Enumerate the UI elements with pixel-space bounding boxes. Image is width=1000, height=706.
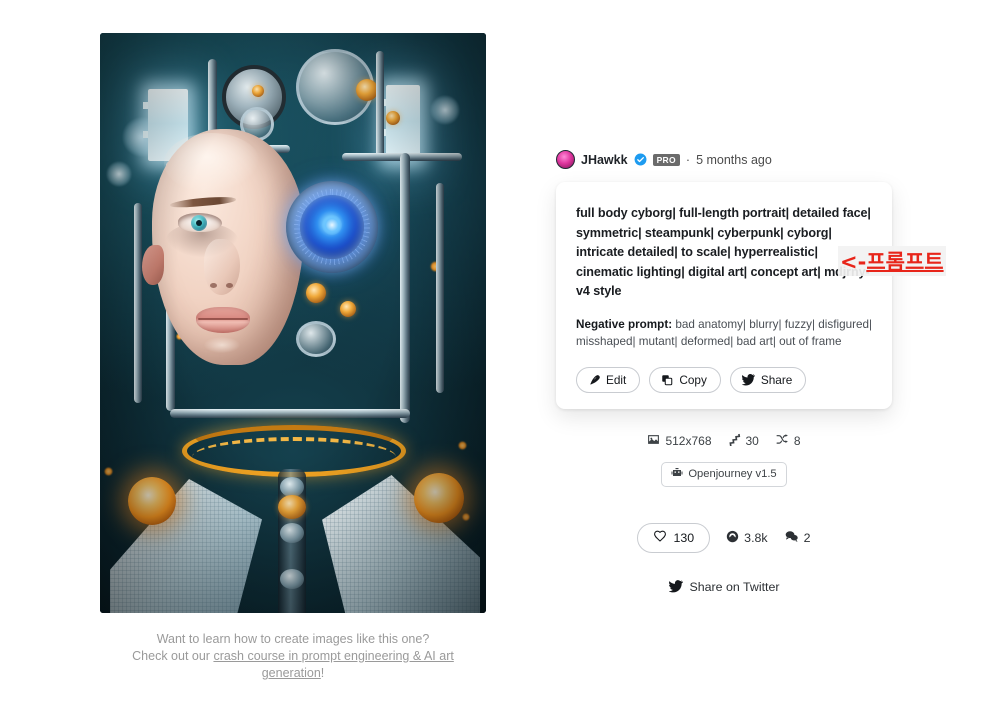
image-icon xyxy=(647,433,660,449)
heart-icon xyxy=(653,530,667,546)
separator-dot: · xyxy=(685,152,691,167)
model-badge[interactable]: Openjourney v1.5 xyxy=(661,461,787,487)
prompt-text[interactable]: full body cyborg| full-length portrait| … xyxy=(576,204,872,302)
copy-button-label: Copy xyxy=(679,372,707,387)
crash-course-link[interactable]: crash course in prompt engineering & AI … xyxy=(213,649,453,680)
copy-icon xyxy=(661,374,673,386)
annotation-korean-text: 프롬프트 xyxy=(866,250,944,274)
meta-steps: 30 xyxy=(728,433,759,449)
prompt-annotation: <-프롬프트 xyxy=(838,246,946,276)
artwork-vignette xyxy=(100,33,486,613)
dimensions-value: 512x768 xyxy=(665,433,712,448)
twitter-bird-icon xyxy=(667,579,683,596)
comment-stat[interactable]: 2 xyxy=(784,530,811,546)
prompt-card: full body cyborg| full-length portrait| … xyxy=(556,182,892,409)
artwork-column: Want to learn how to create images like … xyxy=(100,33,486,682)
steps-value: 30 xyxy=(745,433,759,448)
stairs-steps-icon xyxy=(728,433,741,449)
meta-cfg-scale: 8 xyxy=(775,433,801,449)
cfg-value: 8 xyxy=(793,433,801,448)
social-line: 130 3.8k 2 xyxy=(637,522,811,553)
twitter-bird-icon xyxy=(741,373,755,386)
prompt-action-buttons: Edit Copy Share xyxy=(576,366,872,393)
negative-prompt-row: Negative prompt: bad anatomy| blurry| fu… xyxy=(576,316,872,351)
author-row: JHawkk PRO · 5 months ago xyxy=(556,150,892,169)
copy-button[interactable]: Copy xyxy=(649,366,721,393)
pro-badge: PRO xyxy=(652,153,680,166)
edit-button-label: Edit xyxy=(606,372,627,387)
negative-prompt-label: Negative prompt: xyxy=(576,317,673,331)
share-button-label: Share xyxy=(760,372,793,387)
eye-icon xyxy=(726,530,739,546)
avatar[interactable] xyxy=(556,150,575,169)
share-button[interactable]: Share xyxy=(729,366,807,393)
share-on-twitter-row: Share on Twitter xyxy=(556,579,892,596)
image-detail-page: Want to learn how to create images like … xyxy=(0,0,1000,706)
caption-prefix: Check out our xyxy=(132,649,214,663)
share-on-twitter-link[interactable]: Share on Twitter xyxy=(667,579,780,596)
like-button[interactable]: 130 xyxy=(637,522,711,553)
timestamp: 5 months ago xyxy=(696,152,772,167)
view-stat: 3.8k xyxy=(726,530,768,546)
caption-line-2: Check out our crash course in prompt eng… xyxy=(100,648,486,682)
caption-line-1: Want to learn how to create images like … xyxy=(156,632,430,646)
comment-count: 2 xyxy=(803,530,811,545)
generated-artwork-image[interactable] xyxy=(100,33,486,613)
share-on-twitter-label: Share on Twitter xyxy=(689,580,780,595)
annotation-arrow: <- xyxy=(840,250,867,274)
model-name: Openjourney v1.5 xyxy=(688,468,777,481)
like-count: 130 xyxy=(673,530,695,545)
generation-meta: 512x768 30 8 Openjourney v1.5 xyxy=(556,433,892,487)
caption-suffix: ! xyxy=(320,666,325,680)
shuffle-icon xyxy=(775,433,789,449)
robot-icon xyxy=(671,467,683,482)
edit-button[interactable]: Edit xyxy=(576,366,641,393)
comment-bubbles-icon xyxy=(784,530,799,546)
pen-icon xyxy=(588,374,600,386)
view-count: 3.8k xyxy=(744,530,768,545)
verified-check-icon xyxy=(634,153,647,166)
author-name[interactable]: JHawkk xyxy=(581,153,628,167)
details-column: JHawkk PRO · 5 months ago full body cybo… xyxy=(556,150,892,596)
meta-line: 512x768 30 8 xyxy=(647,433,801,449)
meta-dimensions: 512x768 xyxy=(647,433,712,449)
social-stats: 130 3.8k 2 xyxy=(556,522,892,553)
learn-more-caption: Want to learn how to create images like … xyxy=(100,631,486,682)
